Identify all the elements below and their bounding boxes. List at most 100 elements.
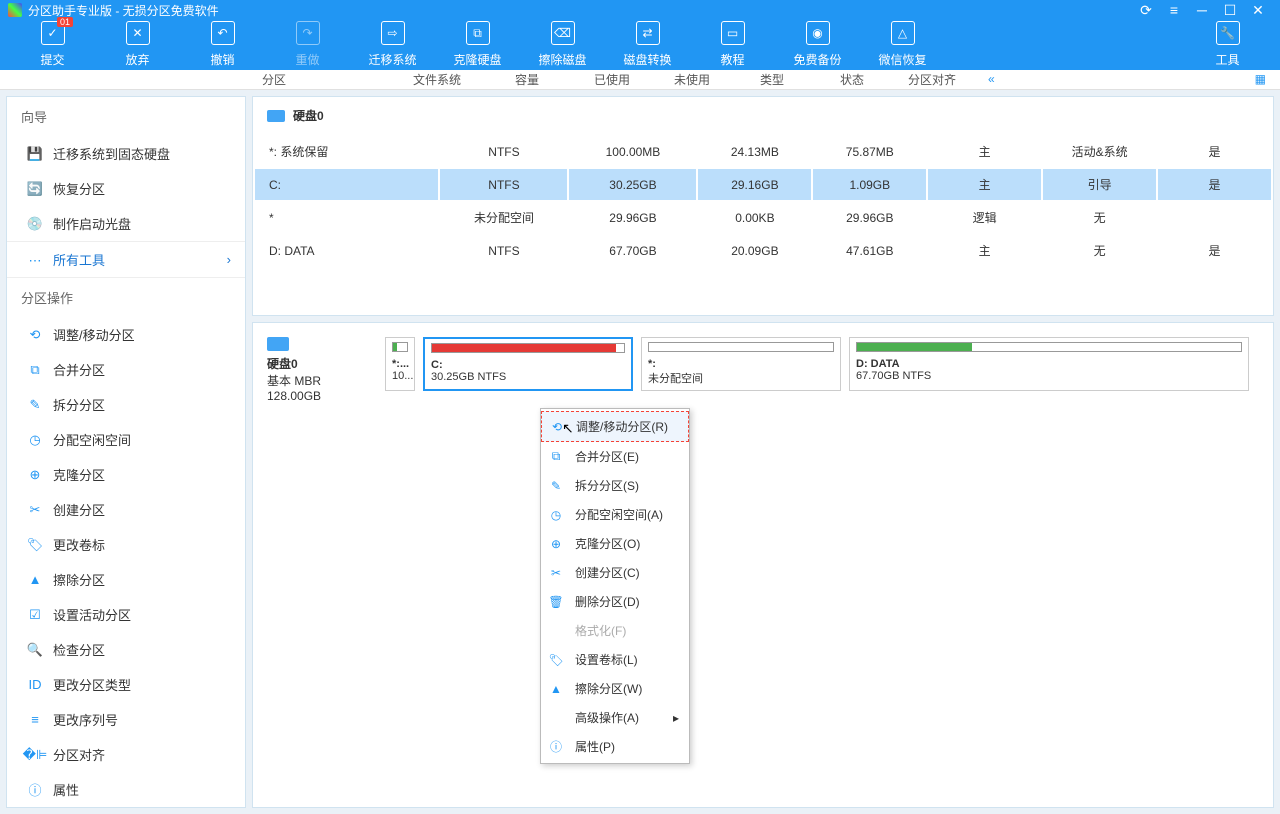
column-header: 分区 文件系统 容量 已使用 未使用 类型 状态 分区对齐 « ▦	[0, 70, 1280, 90]
ctx-label: 拆分分区(S)	[575, 477, 639, 494]
sidebar-item-label: 制作启动光盘	[53, 214, 131, 233]
ctx-item[interactable]: ✂ 创建分区(C)	[541, 558, 689, 587]
ctx-label: 删除分区(D)	[575, 593, 640, 610]
wipe-button[interactable]: ⌫擦除磁盘	[520, 21, 605, 68]
diskmap-partition[interactable]: C: 30.25GB NTFS	[423, 337, 633, 391]
close-button[interactable]: ✕	[1244, 2, 1272, 19]
partition-table: *: 系统保留 NTFS 100.00MB 24.13MB 75.87MB 主 …	[253, 134, 1273, 268]
clone-button[interactable]: ⧉克隆硬盘	[435, 21, 520, 68]
undo-button[interactable]: ↶撤销	[180, 21, 265, 68]
sidebar-item-label: 克隆分区	[53, 465, 105, 484]
sidebar-op-item[interactable]: ID更改分区类型	[7, 667, 245, 702]
sidebar: 向导 💾迁移系统到固态硬盘🔄恢复分区💿制作启动光盘 ⋯所有工具 › 分区操作 ⟲…	[6, 96, 246, 808]
part-sub: 未分配空间	[648, 370, 834, 386]
commit-button[interactable]: 01 ✓ 提交	[10, 21, 95, 68]
ctx-item[interactable]: ◷ 分配空闲空间(A)	[541, 500, 689, 529]
table-row[interactable]: D: DATA NTFS 67.70GB 20.09GB 47.61GB 主 无…	[255, 235, 1271, 266]
view-toggle-button[interactable]: ▦	[1255, 72, 1266, 86]
ctx-label: 属性(P)	[575, 738, 615, 755]
diskmap-partition[interactable]: *:... 10...	[385, 337, 415, 391]
table-row[interactable]: * 未分配空间 29.96GB 0.00KB 29.96GB 逻辑 无	[255, 202, 1271, 233]
sidebar-op-item[interactable]: ☑ 设置活动分区	[7, 597, 245, 632]
sidebar-op-item[interactable]: ⧉合并分区	[7, 352, 245, 387]
part-label: *:...	[392, 358, 408, 370]
ctx-item[interactable]: ▲ 擦除分区(W)	[541, 674, 689, 703]
sidebar-icon: ✎	[27, 397, 43, 413]
sidebar-item-label: 设置活动分区	[53, 605, 131, 624]
ctx-icon: 🗑	[549, 595, 563, 609]
ctx-item[interactable]: 高级操作(A) ▸	[541, 703, 689, 732]
ctx-label: 设置卷标(L)	[575, 651, 638, 668]
sidebar-wizard-item[interactable]: 💿制作启动光盘	[7, 206, 245, 241]
context-menu: ⟲ 调整/移动分区(R) ⧉ 合并分区(E) ✎ 拆分分区(S) ◷ 分配空闲空…	[540, 408, 690, 764]
wizard-header: 向导	[7, 97, 245, 136]
redo-button[interactable]: ↷重做	[265, 21, 350, 68]
sidebar-icon: ☑	[27, 607, 43, 623]
part-label: C:	[431, 359, 625, 371]
tools-button[interactable]: 🔧工具	[1185, 21, 1270, 68]
sidebar-op-item[interactable]: ≡更改序列号	[7, 702, 245, 737]
tutorial-button[interactable]: ▭教程	[690, 21, 775, 68]
ctx-item[interactable]: ✎ 拆分分区(S)	[541, 471, 689, 500]
ctx-item[interactable]: 🗑 删除分区(D)	[541, 587, 689, 616]
part-label: D: DATA	[856, 358, 1242, 370]
sidebar-item-label: 更改卷标	[53, 535, 105, 554]
convert-button[interactable]: ⇄磁盘转换	[605, 21, 690, 68]
sidebar-item-label: 拆分分区	[53, 395, 105, 414]
sidebar-item-label: 分区对齐	[53, 745, 105, 764]
ctx-item[interactable]: ⧉ 合并分区(E)	[541, 442, 689, 471]
sidebar-icon: ID	[27, 677, 43, 693]
ctx-icon	[549, 711, 563, 725]
menu-icon[interactable]: ≡	[1160, 2, 1188, 18]
table-row[interactable]: *: 系统保留 NTFS 100.00MB 24.13MB 75.87MB 主 …	[255, 136, 1271, 167]
backup-button[interactable]: ◉免费备份	[775, 21, 860, 68]
sidebar-wizard-item[interactable]: 💾迁移系统到固态硬盘	[7, 136, 245, 171]
maximize-button[interactable]: ☐	[1216, 2, 1244, 19]
book-icon: ▭	[721, 21, 745, 45]
wechat-button[interactable]: △微信恢复	[860, 21, 945, 68]
ctx-item[interactable]: ⊕ 克隆分区(O)	[541, 529, 689, 558]
ctx-item[interactable]: 🏷 设置卷标(L)	[541, 645, 689, 674]
ctx-item[interactable]: ⓘ 属性(P)	[541, 732, 689, 761]
partition-table-panel: 硬盘0 *: 系统保留 NTFS 100.00MB 24.13MB 75.87M…	[252, 96, 1274, 316]
sidebar-op-item[interactable]: �⊫分区对齐	[7, 737, 245, 772]
discard-button[interactable]: ✕放弃	[95, 21, 180, 68]
backup-icon: ◉	[806, 21, 830, 45]
ctx-icon	[549, 624, 563, 638]
sidebar-wizard-item[interactable]: 🔄 恢复分区	[7, 171, 245, 206]
ctx-icon: ⓘ	[549, 740, 563, 754]
sidebar-op-item[interactable]: ▲擦除分区	[7, 562, 245, 597]
diskmap-diskinfo: 硬盘0 基本 MBR 128.00GB	[267, 337, 377, 403]
sidebar-icon: ⓘ	[27, 782, 43, 798]
sidebar-op-item[interactable]: 🏷更改卷标	[7, 527, 245, 562]
collapse-cols-button[interactable]: «	[988, 72, 995, 86]
sidebar-op-item[interactable]: 🔍检查分区	[7, 632, 245, 667]
sidebar-icon: 🔄	[27, 181, 43, 197]
diskmap-partition[interactable]: D: DATA 67.70GB NTFS	[849, 337, 1249, 391]
wipe-icon: ⌫	[551, 21, 575, 45]
sidebar-item-label: 属性	[53, 780, 79, 799]
ctx-label: 克隆分区(O)	[575, 535, 640, 552]
diskmap-partition[interactable]: *: 未分配空间	[641, 337, 841, 391]
usage-bar	[648, 342, 834, 352]
sidebar-op-item[interactable]: ✂创建分区	[7, 492, 245, 527]
refresh-icon[interactable]: ⟳	[1132, 2, 1160, 19]
toolbar: 01 ✓ 提交 ✕放弃 ↶撤销 ↷重做 ⇨迁移系统 ⧉克隆硬盘 ⌫擦除磁盘 ⇄磁…	[0, 20, 1280, 70]
table-row[interactable]: C: NTFS 30.25GB 29.16GB 1.09GB 主 引导 是	[255, 169, 1271, 200]
sidebar-op-item[interactable]: ✎ 拆分分区	[7, 387, 245, 422]
sidebar-op-item[interactable]: ⓘ 属性	[7, 772, 245, 807]
ctx-label: 高级操作(A)	[575, 709, 639, 726]
migrate-button[interactable]: ⇨迁移系统	[350, 21, 435, 68]
diskmap-panel: 硬盘0 基本 MBR 128.00GB *:... 10... C: 30.25…	[252, 322, 1274, 808]
sidebar-alltools[interactable]: ⋯所有工具 ›	[7, 241, 245, 278]
ctx-icon: ◷	[549, 508, 563, 522]
ctx-item: 格式化(F)	[541, 616, 689, 645]
sidebar-icon: ⧉	[27, 362, 43, 378]
sidebar-item-label: 检查分区	[53, 640, 105, 659]
wechat-icon: △	[891, 21, 915, 45]
sidebar-op-item[interactable]: ⟲调整/移动分区	[7, 317, 245, 352]
sidebar-op-item[interactable]: ⊕克隆分区	[7, 457, 245, 492]
minimize-button[interactable]: ─	[1188, 2, 1216, 18]
sidebar-item-label: 恢复分区	[53, 179, 105, 198]
sidebar-op-item[interactable]: ◷分配空闲空间	[7, 422, 245, 457]
